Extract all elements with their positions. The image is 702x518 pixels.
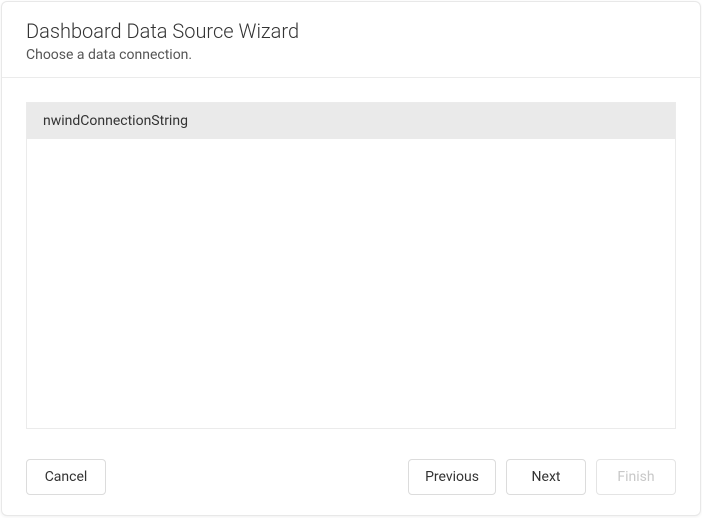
wizard-subtitle: Choose a data connection. bbox=[26, 47, 676, 63]
list-item[interactable]: nwindConnectionString bbox=[27, 103, 675, 139]
wizard-footer: Cancel Previous Next Finish bbox=[2, 447, 700, 515]
wizard-header: Dashboard Data Source Wizard Choose a da… bbox=[2, 2, 700, 78]
previous-button[interactable]: Previous bbox=[408, 459, 496, 495]
wizard-dialog: Dashboard Data Source Wizard Choose a da… bbox=[1, 1, 701, 516]
wizard-body: nwindConnectionString bbox=[2, 78, 700, 447]
next-button[interactable]: Next bbox=[506, 459, 586, 495]
wizard-title: Dashboard Data Source Wizard bbox=[26, 18, 676, 45]
finish-button[interactable]: Finish bbox=[596, 459, 676, 495]
footer-left: Cancel bbox=[26, 459, 106, 495]
connection-list[interactable]: nwindConnectionString bbox=[26, 102, 676, 429]
footer-right: Previous Next Finish bbox=[408, 459, 676, 495]
cancel-button[interactable]: Cancel bbox=[26, 459, 106, 495]
